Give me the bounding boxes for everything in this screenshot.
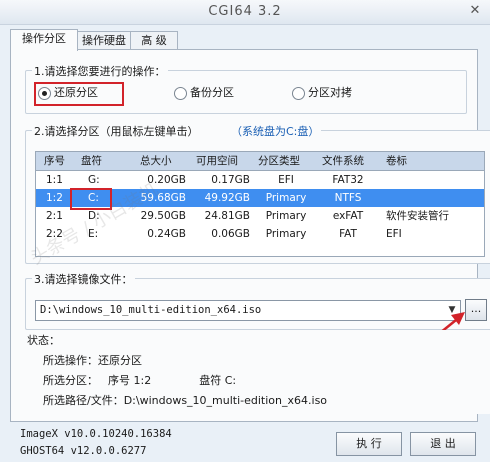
operation-group: 1.请选择您要进行的操作： 还原分区 备份分区 分区对拷	[25, 63, 467, 114]
status-drive: 盘符 C:	[199, 374, 237, 387]
cell-fs: exFAT	[332, 210, 364, 222]
col-label[interactable]: 卷标	[386, 152, 407, 170]
status-serial: 序号 1:2	[108, 374, 152, 387]
tab-partition[interactable]: 操作分区	[10, 29, 78, 51]
partition-label: 2.请选择分区（用鼠标左键单击） （系统盘为C:盘）	[32, 123, 322, 139]
status-path: 所选路径/文件：D:\windows_10_multi-edition_x64.…	[43, 394, 328, 407]
cell-fs: NTFS	[334, 192, 362, 204]
status-label: 状态：	[27, 334, 60, 347]
cell-type: Primary	[265, 210, 307, 222]
cell-label: EFI	[386, 228, 402, 240]
window-title: CGI64 3.2	[208, 4, 282, 19]
cell-label: 软件安装管行	[386, 210, 449, 222]
col-drive[interactable]: 盘符	[81, 152, 102, 170]
col-fs[interactable]: 文件系统	[322, 152, 364, 170]
image-path-value: D:\windows_10_multi-edition_x64.iso	[40, 304, 262, 316]
cell-free: 0.17GB	[211, 174, 250, 186]
cell-type: Primary	[265, 192, 307, 204]
partition-group: 2.请选择分区（用鼠标左键单击） （系统盘为C:盘） 序号 盘符 总大小 可用空间…	[25, 123, 490, 264]
title-bar: CGI64 3.2 ✕	[0, 0, 490, 25]
cell-type: EFI	[278, 174, 294, 186]
cell-serial: 1:2	[46, 192, 63, 204]
radio-backup[interactable]: 备份分区	[174, 85, 234, 101]
radio-unselected-icon	[174, 86, 187, 100]
radio-clone[interactable]: 分区对拷	[292, 85, 352, 101]
cell-serial: 1:1	[46, 174, 63, 186]
image-label: 3.请选择镜像文件：	[32, 271, 135, 287]
close-icon[interactable]: ✕	[466, 3, 484, 19]
radio-unselected-icon	[292, 86, 305, 100]
table-header: 序号 盘符 总大小 可用空间 分区类型 文件系统 卷标	[36, 152, 484, 171]
highlight-box	[34, 82, 124, 106]
exit-button[interactable]: 退 出	[410, 432, 476, 456]
cell-serial: 2:1	[46, 210, 63, 222]
system-note: （系统盘为C:盘）	[236, 125, 320, 138]
ghost-version: GHOST64 v12.0.0.6277	[20, 445, 147, 457]
operation-label: 1.请选择您要进行的操作：	[32, 63, 168, 79]
col-total[interactable]: 总大小	[140, 152, 172, 170]
status-group: 状态： 所选操作：还原分区 所选分区： 序号 1:2 盘符 C: 所选路径/文件：D…	[25, 330, 490, 414]
col-type[interactable]: 分区类型	[258, 152, 300, 170]
imagex-version: ImageX v10.0.10240.16384	[20, 428, 172, 440]
col-free[interactable]: 可用空间	[196, 152, 238, 170]
cell-total: 0.24GB	[147, 228, 186, 240]
col-serial[interactable]: 序号	[44, 152, 65, 170]
status-partition-prefix: 所选分区：	[43, 374, 98, 387]
image-path-select[interactable]: D:\windows_10_multi-edition_x64.iso ▼	[35, 300, 461, 321]
cell-fs: FAT	[339, 228, 357, 240]
radio-clone-label: 分区对拷	[308, 86, 352, 99]
exec-button[interactable]: 执 行	[336, 432, 402, 456]
cell-fs: FAT32	[332, 174, 364, 186]
cell-drive: G:	[88, 174, 100, 186]
status-partition: 所选分区： 序号 1:2 盘符 C:	[43, 372, 236, 388]
cell-free: 24.81GB	[204, 210, 250, 222]
partition-instruction: 2.请选择分区（用鼠标左键单击）	[34, 125, 199, 138]
tab-advanced[interactable]: 高 级	[130, 31, 178, 50]
tab-disk[interactable]: 操作硬盘	[72, 31, 136, 50]
table-row[interactable]: 1:1 G: 0.20GB 0.17GB EFI FAT32	[36, 171, 484, 189]
status-operation: 所选操作：还原分区	[43, 354, 142, 367]
cell-type: Primary	[265, 228, 307, 240]
cell-free: 0.06GB	[211, 228, 250, 240]
radio-backup-label: 备份分区	[190, 86, 234, 99]
cell-free: 49.92GB	[204, 192, 250, 204]
